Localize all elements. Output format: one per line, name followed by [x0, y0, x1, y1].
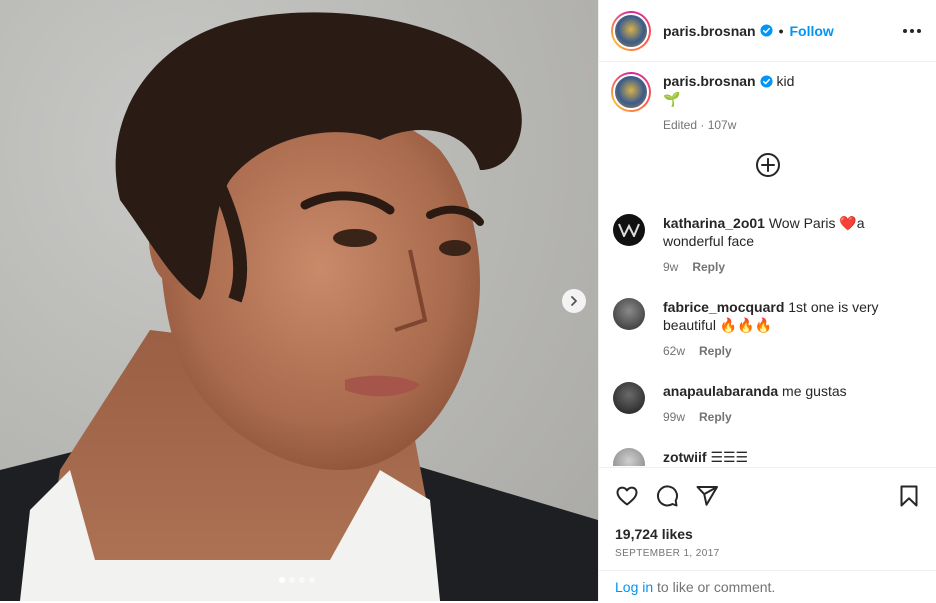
post-date: SEPTEMBER 1, 2017	[615, 548, 720, 559]
login-prompt: Log in to like or comment.	[599, 570, 936, 603]
comments-list[interactable]: paris.brosnan kid 🌱 Edited · 107w kathar…	[599, 62, 936, 466]
heart-icon[interactable]	[615, 484, 639, 508]
chevron-right-icon	[571, 296, 577, 306]
post-photo[interactable]	[0, 0, 598, 601]
comment-text: me gustas	[782, 383, 847, 399]
avatar[interactable]	[613, 214, 645, 246]
comment-username[interactable]: fabrice_mocquard	[663, 299, 784, 315]
post-modal: paris.brosnan • Follow paris.brosnan kid	[0, 0, 936, 601]
comment-age: 99w	[663, 410, 686, 424]
post-side-panel: paris.brosnan • Follow paris.brosnan kid	[598, 0, 936, 601]
comment-item: katharina_2o01 Wow Paris ❤️a wonderful f…	[613, 214, 929, 274]
more-icon	[903, 28, 921, 33]
likes-count[interactable]: 19,724 likes	[599, 526, 936, 542]
comment-username[interactable]: zotwiif	[663, 449, 707, 465]
comment-icon[interactable]	[655, 484, 679, 508]
next-photo-button[interactable]	[562, 289, 586, 313]
caption-text: kid	[776, 73, 795, 89]
avatar[interactable]	[613, 298, 645, 330]
follow-button[interactable]: Follow	[790, 23, 834, 39]
login-prompt-text: to like or comment.	[653, 579, 776, 595]
comment-item: zotwiif ☰☰☰	[613, 448, 929, 466]
carousel-dot	[309, 577, 315, 583]
portrait-image	[0, 12, 598, 601]
separator-dot: •	[778, 22, 784, 39]
login-link[interactable]: Log in	[615, 579, 653, 595]
reply-button[interactable]: Reply	[699, 344, 732, 358]
carousel-dot	[279, 577, 285, 583]
carousel-dot	[299, 577, 305, 583]
reply-button[interactable]: Reply	[699, 410, 732, 424]
share-icon[interactable]	[695, 484, 719, 508]
post-header: paris.brosnan • Follow	[599, 0, 936, 62]
post-actions: 19,724 likes SEPTEMBER 1, 2017 Log in to…	[599, 467, 936, 601]
caption-meta: Edited · 107w	[663, 118, 737, 132]
comment-username[interactable]: katharina_2o01	[663, 215, 765, 231]
avatar[interactable]	[613, 448, 645, 466]
caption-emoji: 🌱	[663, 91, 681, 107]
add-icon[interactable]	[755, 152, 781, 178]
carousel-indicator	[279, 577, 315, 583]
verified-icon	[760, 75, 773, 88]
comment-age: 9w	[663, 260, 679, 274]
verified-icon	[760, 24, 773, 37]
post-caption: paris.brosnan kid 🌱 Edited · 107w	[599, 62, 936, 132]
bookmark-icon[interactable]	[897, 484, 921, 508]
caption-username[interactable]: paris.brosnan	[663, 73, 756, 89]
reply-button[interactable]: Reply	[692, 260, 725, 274]
more-options-button[interactable]	[900, 19, 924, 43]
avatar[interactable]	[611, 10, 651, 51]
comment-age: 62w	[663, 344, 686, 358]
comment-item: fabrice_mocquard 1st one is very beautif…	[613, 298, 929, 358]
comment-item: anapaulabaranda me gustas 99w Reply	[613, 382, 929, 424]
carousel-dot	[289, 577, 295, 583]
avatar[interactable]	[613, 382, 645, 414]
comment-text: ☰☰☰	[710, 449, 749, 465]
avatar[interactable]	[611, 72, 651, 112]
header-username[interactable]: paris.brosnan	[663, 23, 756, 39]
comment-username[interactable]: anapaulabaranda	[663, 383, 778, 399]
